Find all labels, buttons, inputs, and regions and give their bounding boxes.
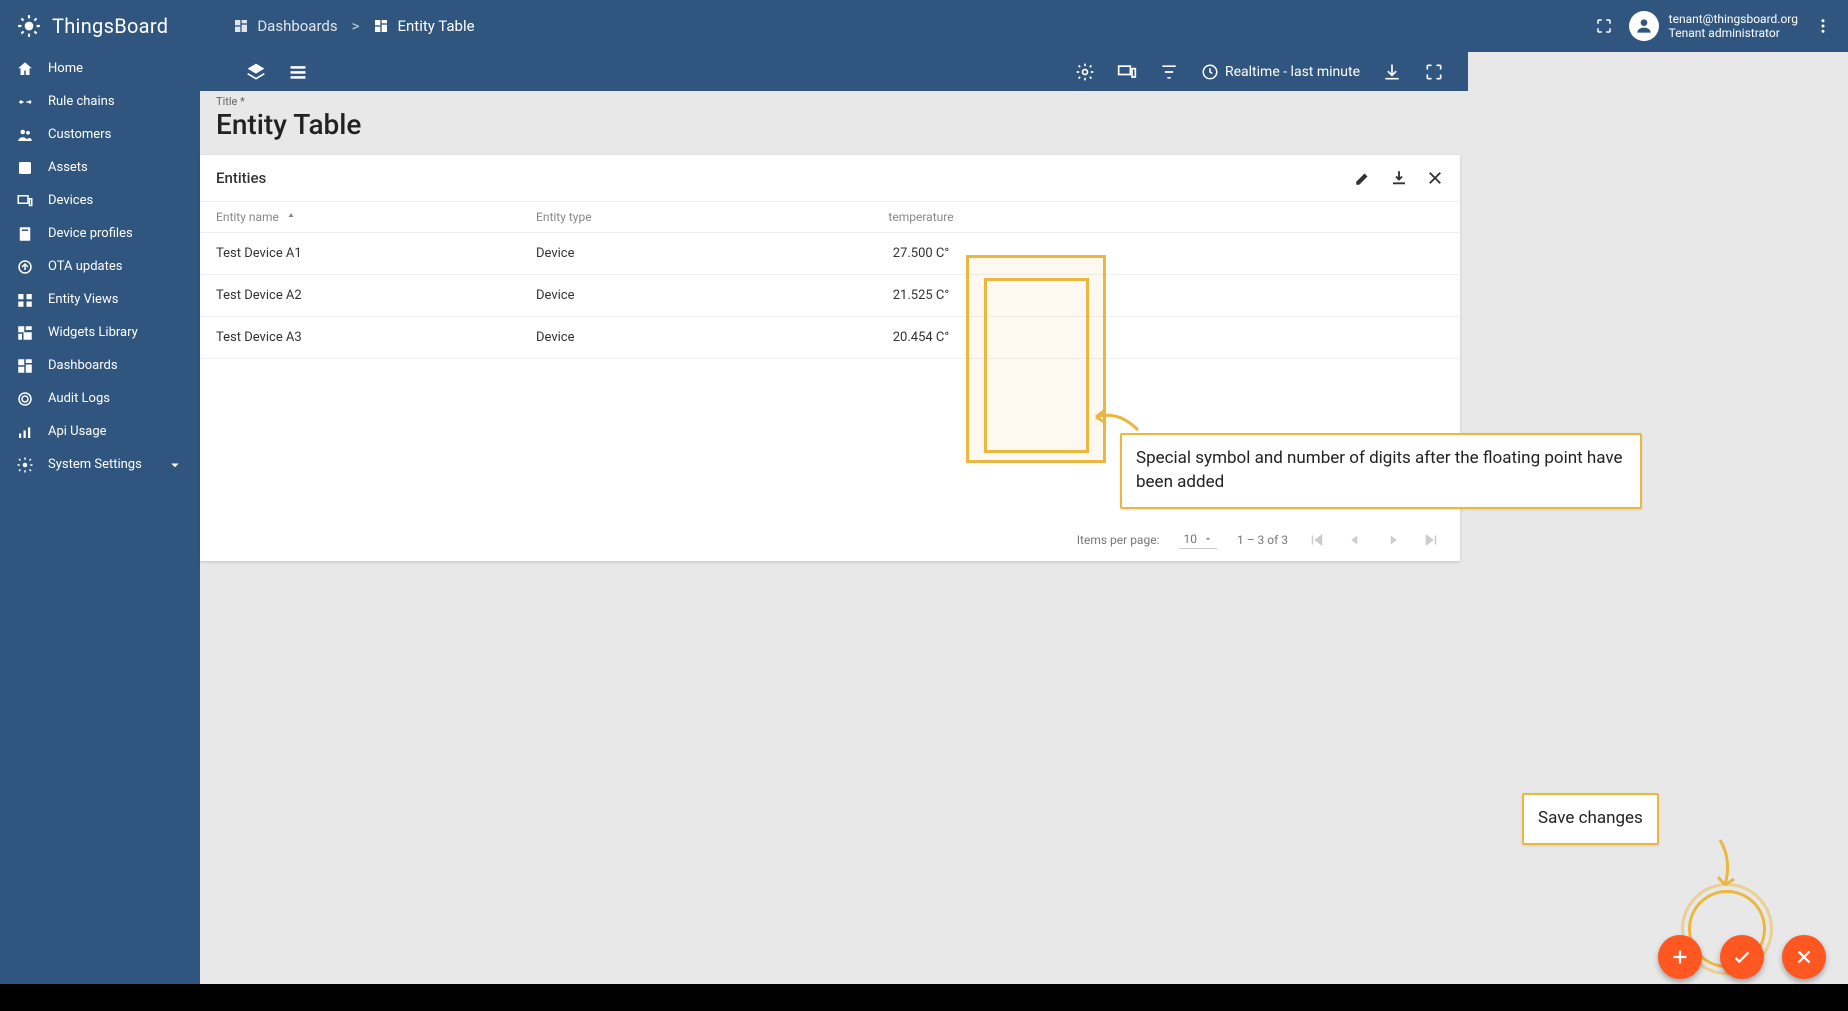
user-info: tenant@thingsboard.org Tenant administra… [1669,12,1798,41]
breadcrumb-root[interactable]: Dashboards [233,17,337,35]
sidebar-item-deviceprofiles[interactable]: Device profiles [0,217,200,250]
user-role: Tenant administrator [1669,26,1798,40]
cell-type: Device [536,246,796,261]
cell-temp: 27.500 C° [796,246,1046,261]
sidebar-item-label: Audit Logs [48,391,110,406]
annotation-save: Save changes [1522,793,1659,845]
fullscreen-icon[interactable] [1595,17,1613,35]
sidebar-item-label: Widgets Library [48,325,138,340]
cell-name: Test Device A1 [216,246,536,261]
page-first-icon[interactable] [1308,531,1326,549]
cell-name: Test Device A2 [216,288,536,303]
sidebar-item-widgets[interactable]: Widgets Library [0,316,200,349]
page-title[interactable]: Entity Table [216,108,1452,141]
pager-label: Items per page: [1077,533,1160,547]
widget-title: Entities [216,169,266,187]
sidebar-item-rulechains[interactable]: Rule chains [0,85,200,118]
user-menu[interactable]: tenant@thingsboard.org Tenant administra… [1629,11,1798,41]
view-icon[interactable] [288,62,308,82]
timewindow-label: Realtime - last minute [1225,64,1360,80]
gear-icon[interactable] [1075,62,1095,82]
sidebar-item-ota[interactable]: OTA updates [0,250,200,283]
breadcrumb-root-label: Dashboards [257,17,337,35]
table-header: Entity name Entity type temperature [200,201,1460,233]
sidebar-item-assets[interactable]: Assets [0,151,200,184]
layers-icon[interactable] [246,62,266,82]
cell-name: Test Device A3 [216,330,536,345]
table-row[interactable]: Test Device A2 Device 21.525 C° [200,275,1460,317]
page-next-icon[interactable] [1384,531,1402,549]
pager-range: 1 – 3 of 3 [1237,533,1288,547]
sidebar-item-entityviews[interactable]: Entity Views [0,283,200,316]
title-field-label: Title * [216,95,1452,108]
devices-icon[interactable] [1117,62,1137,82]
sidebar-item-label: Api Usage [48,424,107,439]
col-entity-type-header[interactable]: Entity type [536,210,796,224]
sidebar-item-label: Customers [48,127,111,142]
table-row[interactable]: Test Device A3 Device 20.454 C° [200,317,1460,359]
sidebar-item-customers[interactable]: Customers [0,118,200,151]
col-entity-name-header[interactable]: Entity name [216,210,536,224]
fab-add[interactable] [1658,935,1702,979]
sidebar-item-label: System Settings [48,457,142,472]
clock-icon [1201,63,1219,81]
sidebar-item-label: Device profiles [48,226,133,241]
breadcrumb: Dashboards > Entity Table [233,17,474,35]
dashboard-icon [373,18,389,34]
fab-group [1658,935,1826,979]
page-last-icon[interactable] [1422,531,1440,549]
sidebar-item-devices[interactable]: Devices [0,184,200,217]
user-email: tenant@thingsboard.org [1669,12,1798,26]
chevron-down-icon [166,456,184,474]
annotation-arrow-save [1700,835,1740,895]
sidebar-item-apiusage[interactable]: Api Usage [0,415,200,448]
pager-size-select[interactable]: 10 [1179,532,1217,549]
sidebar-item-label: Rule chains [48,94,115,109]
fab-cancel[interactable] [1782,935,1826,979]
sidebar-item-label: Entity Views [48,292,118,307]
close-icon[interactable] [1426,169,1444,187]
bottom-black-bar [0,984,1848,1011]
avatar-icon [1629,11,1659,41]
content-area: Title * Entity Table Entities Entity nam… [200,91,1468,1011]
sidebar: Home Rule chains Customers Assets Device… [0,52,200,1011]
chevron-right-icon: > [352,17,360,35]
sidebar-item-home[interactable]: Home [0,52,200,85]
sidebar-item-label: OTA updates [48,259,122,274]
edit-icon[interactable] [1354,169,1372,187]
cell-type: Device [536,288,796,303]
sidebar-item-label: Home [48,61,83,76]
sidebar-item-label: Devices [48,193,93,208]
filter-icon[interactable] [1159,62,1179,82]
cell-type: Device [536,330,796,345]
page-prev-icon[interactable] [1346,531,1364,549]
annotation-temperature: Special symbol and number of digits afte… [1120,433,1642,509]
download-icon[interactable] [1390,169,1408,187]
dashboard-icon [233,18,249,34]
app-header: ThingsBoard Dashboards > Entity Table te… [0,0,1848,52]
download-icon[interactable] [1382,62,1402,82]
more-vert-icon[interactable] [1814,17,1832,35]
dashboard-toolbar: Realtime - last minute [200,52,1468,91]
sort-up-icon [285,211,297,223]
cell-temp: 20.454 C° [796,330,1046,345]
sidebar-item-auditlogs[interactable]: Audit Logs [0,382,200,415]
paginator: Items per page: 10 1 – 3 of 3 [200,519,1460,561]
sidebar-item-label: Dashboards [48,358,118,373]
fab-apply[interactable] [1720,935,1764,979]
breadcrumb-current: Entity Table [373,17,474,35]
brand-name: ThingsBoard [52,14,168,38]
breadcrumb-current-label: Entity Table [397,17,474,35]
expand-icon[interactable] [1424,62,1444,82]
timewindow-button[interactable]: Realtime - last minute [1201,63,1360,81]
sidebar-item-dashboards[interactable]: Dashboards [0,349,200,382]
table-row[interactable]: Test Device A1 Device 27.500 C° [200,233,1460,275]
sidebar-item-system[interactable]: System Settings [0,448,200,481]
chevron-down-icon [1203,534,1213,544]
col-temperature-header[interactable]: temperature [796,210,1046,224]
brand-icon [16,13,42,39]
sidebar-item-label: Assets [48,160,88,175]
cell-temp: 21.525 C° [796,288,1046,303]
